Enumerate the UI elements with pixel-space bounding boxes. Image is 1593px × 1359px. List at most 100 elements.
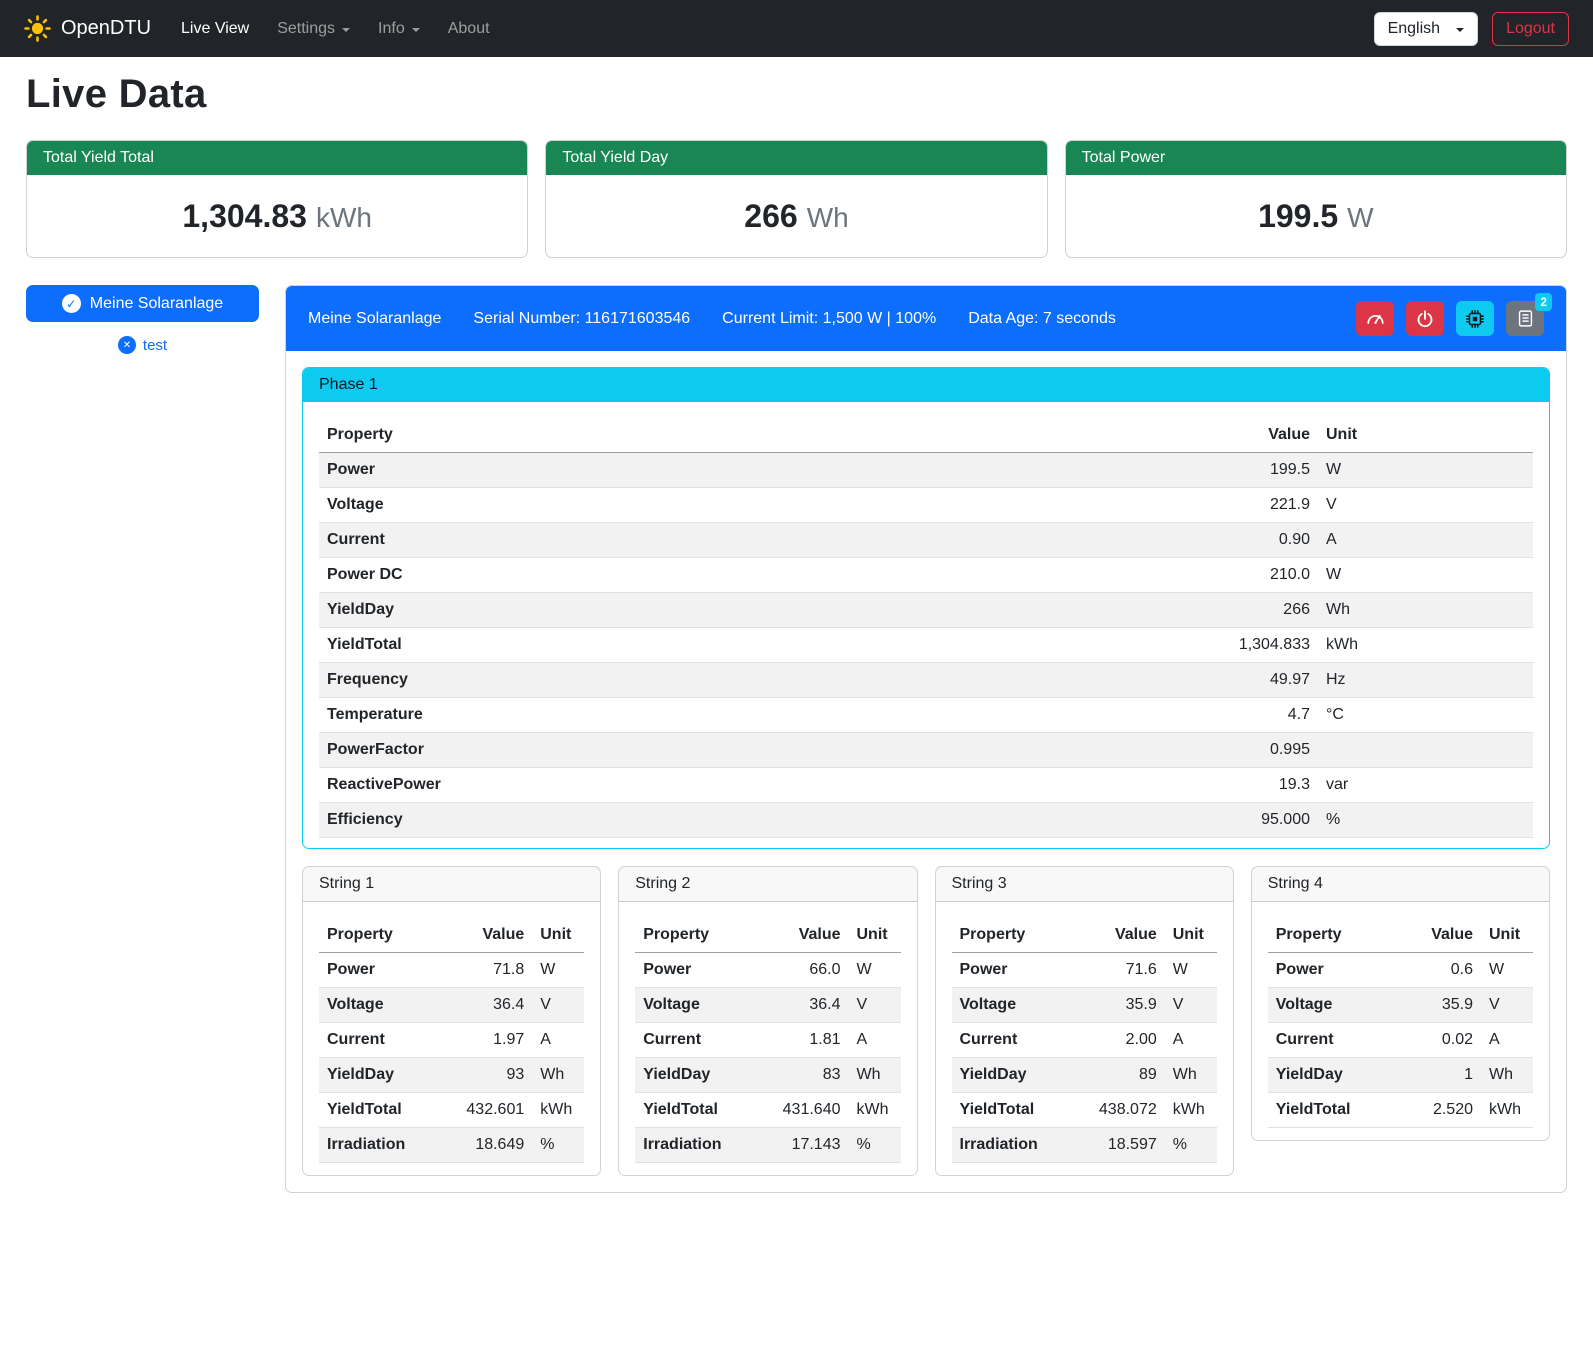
summary-card-value: 199.5: [1258, 198, 1338, 234]
table-row: Irradiation 17.143 %: [635, 1128, 900, 1163]
string-table: Property Value Unit Power 71.6 W: [952, 918, 1217, 1163]
value-cell: 93: [452, 1058, 532, 1093]
unit-cell: Wh: [849, 1058, 901, 1093]
property-cell: Temperature: [319, 698, 1188, 733]
property-cell: YieldTotal: [635, 1093, 768, 1128]
unit-cell: V: [532, 988, 584, 1023]
inverter-select-button[interactable]: ✓ Meine Solaranlage: [26, 285, 259, 322]
phase-card-title: Phase 1: [303, 368, 1549, 402]
col-unit: Unit: [532, 918, 584, 953]
power-icon: [1415, 309, 1435, 329]
property-cell: YieldTotal: [1268, 1093, 1401, 1128]
logout-button[interactable]: Logout: [1492, 12, 1569, 46]
value-cell: 438.072: [1085, 1093, 1165, 1128]
table-row: Voltage 221.9 V: [319, 488, 1533, 523]
inverter-item-test[interactable]: ✕ test: [26, 336, 259, 354]
property-cell: PowerFactor: [319, 733, 1188, 768]
table-row: Voltage 35.9 V: [1268, 988, 1533, 1023]
navbar: OpenDTU Live View Settings Info About En…: [0, 0, 1593, 57]
property-cell: Voltage: [319, 988, 452, 1023]
property-cell: Current: [635, 1023, 768, 1058]
string-card-title: String 2: [619, 867, 916, 902]
event-log-button[interactable]: 2: [1506, 301, 1544, 336]
property-cell: YieldDay: [319, 1058, 452, 1093]
inverter-select-label: Meine Solaranlage: [90, 295, 223, 313]
value-cell: 36.4: [452, 988, 532, 1023]
summary-card-unit: W: [1347, 202, 1373, 233]
table-row: YieldDay 83 Wh: [635, 1058, 900, 1093]
nav-item-info[interactable]: Info: [364, 12, 434, 46]
table-header-row: Property Value Unit: [1268, 918, 1533, 953]
unit-cell: A: [532, 1023, 584, 1058]
value-cell: 210.0: [1188, 558, 1318, 593]
value-cell: 36.4: [769, 988, 849, 1023]
power-button[interactable]: [1406, 301, 1444, 336]
col-value: Value: [1401, 918, 1481, 953]
value-cell: 432.601: [452, 1093, 532, 1128]
table-header-row: Property Value Unit: [319, 418, 1533, 453]
property-cell: YieldDay: [1268, 1058, 1401, 1093]
summary-card-unit: Wh: [807, 202, 849, 233]
device-info-button[interactable]: [1456, 301, 1494, 336]
table-row: Power DC 210.0 W: [319, 558, 1533, 593]
table-row: Current 2.00 A: [952, 1023, 1217, 1058]
table-row: Current 0.90 A: [319, 523, 1533, 558]
summary-card-total-power: Total Power 199.5W: [1065, 140, 1567, 258]
table-row: Power 66.0 W: [635, 953, 900, 988]
nav-links: Live View Settings Info About: [167, 12, 504, 46]
nav-item-settings[interactable]: Settings: [263, 12, 364, 46]
summary-card-title: Total Yield Total: [27, 141, 527, 175]
nav-item-live-view[interactable]: Live View: [167, 12, 263, 46]
brand-link[interactable]: OpenDTU: [24, 15, 151, 42]
unit-cell: W: [1318, 558, 1533, 593]
language-select[interactable]: English: [1374, 12, 1478, 46]
unit-cell: A: [1165, 1023, 1217, 1058]
value-cell: 71.6: [1085, 953, 1165, 988]
property-cell: Frequency: [319, 663, 1188, 698]
col-property: Property: [635, 918, 768, 953]
summary-card-value: 266: [744, 198, 797, 234]
col-unit: Unit: [1165, 918, 1217, 953]
unit-cell: kWh: [532, 1093, 584, 1128]
inverter-item-test-label: test: [143, 337, 167, 354]
string-card-title: String 1: [303, 867, 600, 902]
string-card-3: String 3 Property Value Unit: [935, 866, 1234, 1176]
strings-row: String 1 Property Value Unit: [302, 866, 1550, 1176]
value-cell: 2.520: [1401, 1093, 1481, 1128]
unit-cell: W: [1165, 953, 1217, 988]
table-row: Power 199.5 W: [319, 453, 1533, 488]
property-cell: YieldDay: [952, 1058, 1085, 1093]
limit-settings-button[interactable]: [1356, 301, 1394, 336]
sun-icon: [24, 15, 51, 42]
event-count-badge: 2: [1535, 293, 1552, 311]
unit-cell: W: [532, 953, 584, 988]
unit-cell: kWh: [849, 1093, 901, 1128]
summary-cards-row: Total Yield Total 1,304.83kWh Total Yiel…: [26, 140, 1567, 258]
value-cell: 18.597: [1085, 1128, 1165, 1163]
string-card-2: String 2 Property Value Unit: [618, 866, 917, 1176]
col-value: Value: [452, 918, 532, 953]
property-cell: Power DC: [319, 558, 1188, 593]
summary-card-value: 1,304.83: [182, 198, 307, 234]
nav-item-live-view-label: Live View: [181, 20, 249, 38]
nav-item-about[interactable]: About: [434, 12, 504, 46]
property-cell: Power: [1268, 953, 1401, 988]
x-circle-icon: ✕: [118, 336, 136, 354]
table-header-row: Property Value Unit: [952, 918, 1217, 953]
table-row: YieldTotal 438.072 kWh: [952, 1093, 1217, 1128]
summary-card-total-yield-total: Total Yield Total 1,304.83kWh: [26, 140, 528, 258]
value-cell: 71.8: [452, 953, 532, 988]
nav-item-settings-label: Settings: [277, 20, 335, 38]
check-circle-icon: ✓: [62, 294, 81, 313]
unit-cell: %: [1318, 803, 1533, 838]
unit-cell: °C: [1318, 698, 1533, 733]
string-table-body: Power 66.0 W Voltage 36.4 V Current: [635, 953, 900, 1163]
property-cell: Current: [952, 1023, 1085, 1058]
chevron-down-icon: [412, 28, 420, 32]
inverter-limit: Current Limit: 1,500 W | 100%: [722, 310, 936, 328]
table-row: Current 0.02 A: [1268, 1023, 1533, 1058]
inverter-name: Meine Solaranlage: [308, 310, 441, 328]
table-row: Current 1.81 A: [635, 1023, 900, 1058]
property-cell: Power: [319, 453, 1188, 488]
value-cell: 199.5: [1188, 453, 1318, 488]
